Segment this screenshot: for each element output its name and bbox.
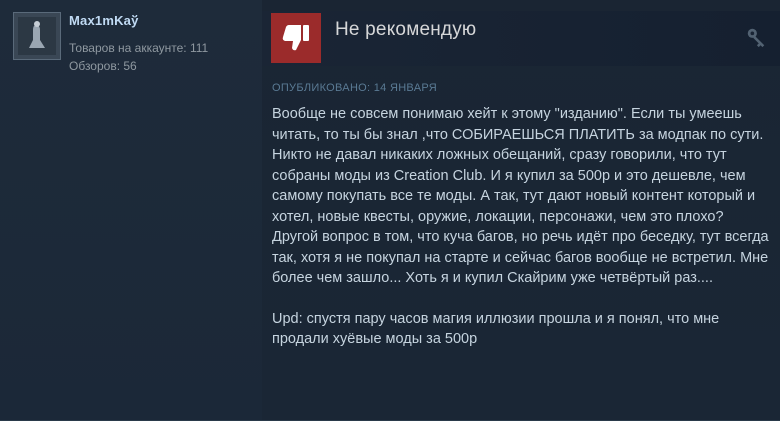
review-content: Не рекомендую ОПУБЛИКОВАНО: 14 ЯНВАРЯ Во…	[262, 0, 780, 421]
review-body: Вообще не совсем понимаю хейт к этому "и…	[272, 104, 772, 370]
author-name[interactable]: Max1mKaў	[69, 13, 139, 28]
avatar[interactable]	[13, 12, 61, 60]
avatar-image	[14, 13, 60, 59]
posted-date: ОПУБЛИКОВАНО: 14 ЯНВАРЯ	[272, 82, 437, 94]
products-on-account[interactable]: Товаров на аккаунте: 111	[69, 41, 208, 55]
review-paragraph: Вообще не совсем понимаю хейт к этому "и…	[272, 106, 769, 286]
key-icon	[747, 28, 765, 48]
verdict-title: Не рекомендую	[335, 19, 477, 40]
thumbs-down-icon	[271, 13, 321, 63]
review-card: Max1mKaў Товаров на аккаунте: 111 Обзоро…	[0, 0, 780, 421]
vote-header[interactable]: Не рекомендую	[262, 11, 780, 66]
reviews-count[interactable]: Обзоров: 56	[69, 59, 137, 73]
review-update: Upd: спустя пару часов магия иллюзии про…	[272, 310, 720, 348]
author-block: Max1mKaў Товаров на аккаунте: 111 Обзоро…	[0, 0, 262, 421]
